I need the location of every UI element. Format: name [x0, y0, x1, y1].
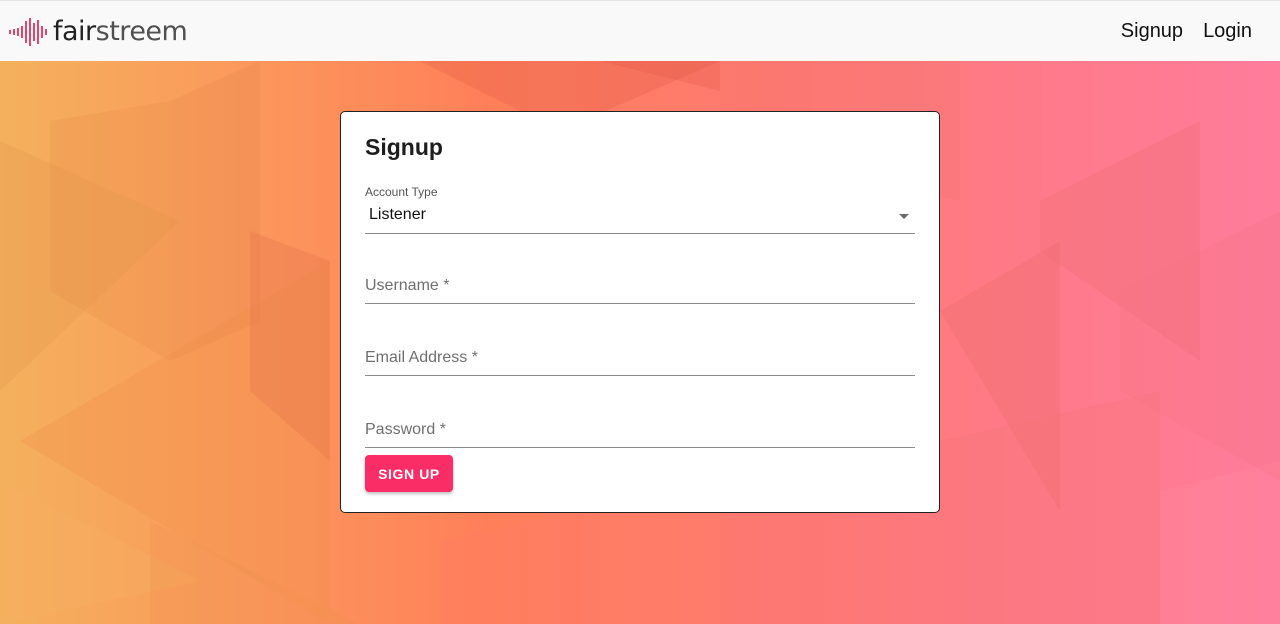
- account-type-field: Account Type Listener: [365, 185, 915, 234]
- username-input[interactable]: Username *: [365, 269, 915, 304]
- signup-card: Signup Account Type Listener Username * …: [340, 111, 940, 513]
- email-field[interactable]: Email Address *: [365, 341, 915, 376]
- sign-up-button[interactable]: SIGN UP: [365, 455, 453, 492]
- username-field[interactable]: Username *: [365, 269, 915, 304]
- email-label: Email Address *: [365, 349, 478, 366]
- nav-login-link[interactable]: Login: [1203, 20, 1252, 43]
- top-navigation-bar: fairstreem Signup Login: [0, 0, 1280, 61]
- email-input[interactable]: Email Address *: [365, 341, 915, 376]
- audio-waveform-icon: [9, 18, 47, 46]
- password-field[interactable]: Password *: [365, 413, 915, 448]
- logo-wordmark-fair: fair: [53, 16, 96, 47]
- signup-title: Signup: [365, 134, 443, 160]
- logo-wordmark-streem: streem: [95, 16, 188, 47]
- brand-logo[interactable]: fairstreem: [9, 16, 188, 47]
- top-nav-links: Signup Login: [1121, 20, 1252, 43]
- account-type-select[interactable]: Listener: [365, 204, 915, 234]
- dropdown-caret-icon: [899, 214, 909, 219]
- username-label: Username *: [365, 277, 450, 294]
- account-type-label: Account Type: [365, 185, 438, 199]
- page: fairstreem Signup Login Signup Account T…: [0, 0, 1280, 624]
- nav-signup-link[interactable]: Signup: [1121, 20, 1183, 43]
- logo-wordmark: fairstreem: [53, 16, 188, 47]
- password-label: Password *: [365, 421, 446, 438]
- account-type-value: Listener: [369, 206, 426, 223]
- password-input[interactable]: Password *: [365, 413, 915, 448]
